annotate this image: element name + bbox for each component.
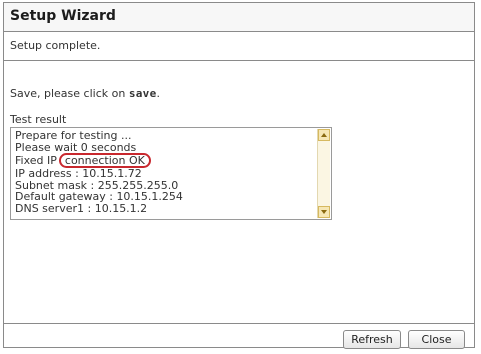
setup-wizard-window: Setup Wizard Setup complete. Save, pleas… xyxy=(3,2,475,349)
test-result-content: Prepare for testing ... Please wait 0 se… xyxy=(15,130,315,215)
test-result-label: Test result xyxy=(10,113,67,126)
status-bar: Setup complete. xyxy=(4,32,474,61)
connection-ok-highlight: connection OK xyxy=(58,153,151,169)
window-title: Setup Wizard xyxy=(10,8,116,24)
refresh-button[interactable]: Refresh xyxy=(343,330,401,349)
status-text: Setup complete. xyxy=(10,39,101,52)
title-bar: Setup Wizard xyxy=(4,3,474,32)
instruction-suffix: . xyxy=(156,87,161,100)
test-result-textarea[interactable]: Prepare for testing ... Please wait 0 se… xyxy=(10,127,332,220)
vertical-scrollbar[interactable] xyxy=(317,129,330,218)
save-keyword: save xyxy=(128,87,157,100)
scroll-up-arrow-icon[interactable] xyxy=(318,129,330,141)
close-button[interactable]: Close xyxy=(408,330,465,349)
footer-divider xyxy=(4,323,474,324)
instruction-prefix: Save, please click on xyxy=(10,87,129,100)
result-line-label: Fixed IP xyxy=(15,154,57,168)
result-line: Prepare for testing ... xyxy=(15,129,132,142)
result-line: DNS server1 : 10.15.1.2 xyxy=(15,201,148,215)
result-line: Please wait 0 seconds xyxy=(15,140,137,154)
scroll-down-arrow-icon[interactable] xyxy=(318,206,330,218)
save-instruction: Save, please click on save. xyxy=(10,87,160,100)
result-line-fixed-ip: Fixed IP connection OK xyxy=(15,153,315,169)
